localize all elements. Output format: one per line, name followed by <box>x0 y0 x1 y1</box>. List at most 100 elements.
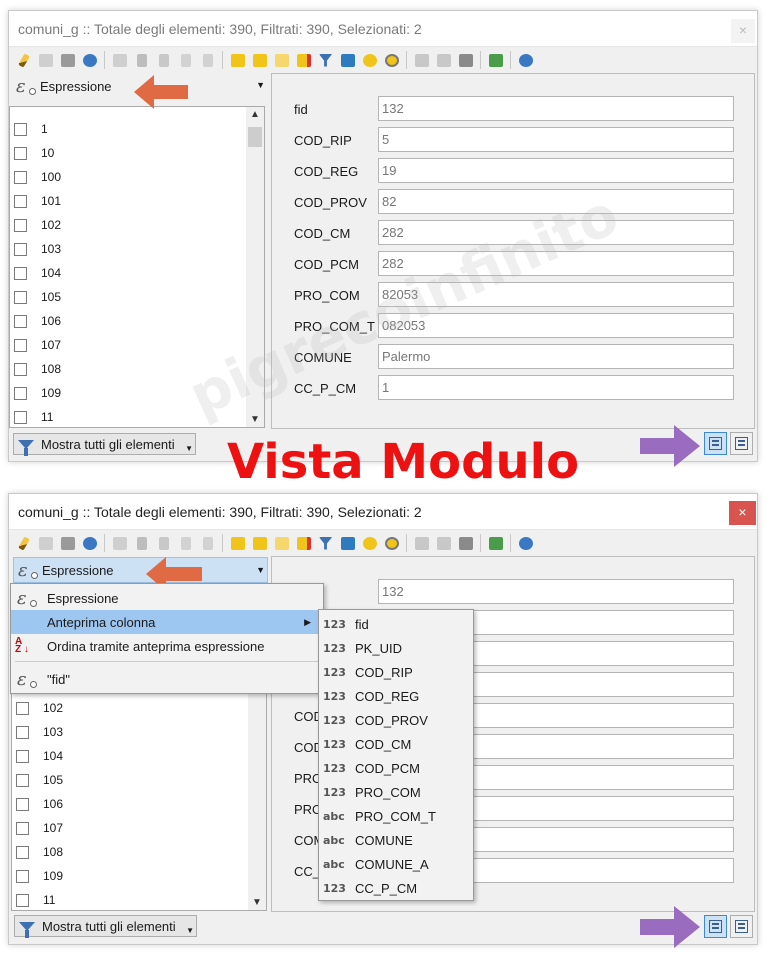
pan-to-selection-icon[interactable] <box>359 533 380 553</box>
row-checkbox[interactable] <box>14 218 27 232</box>
list-item[interactable]: 106 <box>12 792 63 816</box>
field-calculator-icon[interactable] <box>455 533 476 553</box>
list-item[interactable]: 100 <box>10 165 61 189</box>
feature-list[interactable]: ▲ ▼ 110100101102103104105106107108109111… <box>9 106 265 428</box>
table-view-button[interactable] <box>730 915 753 938</box>
scroll-down-icon[interactable]: ▼ <box>252 897 262 908</box>
field-value-input[interactable]: 82 <box>378 189 734 214</box>
row-checkbox[interactable] <box>14 122 27 136</box>
submenu-item-cod-rip[interactable]: 123 COD_RIP <box>319 660 473 684</box>
save-edits-icon[interactable] <box>57 50 78 70</box>
row-checkbox[interactable] <box>14 242 27 256</box>
delete-feature-icon[interactable] <box>131 533 152 553</box>
cut-icon[interactable] <box>153 533 174 553</box>
paste-icon[interactable] <box>197 50 218 70</box>
list-item[interactable]: 107 <box>12 816 63 840</box>
zoom-to-selection-icon[interactable] <box>381 533 402 553</box>
deselect-all-icon[interactable] <box>293 50 314 70</box>
row-checkbox[interactable] <box>14 194 27 208</box>
expression-preview-dropdown[interactable]: ε Espressione ▼ <box>13 557 268 583</box>
copy-icon[interactable] <box>175 533 196 553</box>
select-by-expression-icon[interactable] <box>227 50 248 70</box>
select-by-expression-icon[interactable] <box>227 533 248 553</box>
paste-icon[interactable] <box>197 533 218 553</box>
list-item[interactable]: 108 <box>12 840 63 864</box>
list-item[interactable]: 101 <box>10 189 61 213</box>
list-item[interactable]: 103 <box>12 720 63 744</box>
row-checkbox[interactable] <box>16 821 29 835</box>
new-field-icon[interactable] <box>411 50 432 70</box>
form-view-button[interactable] <box>704 915 727 938</box>
submenu-item-fid[interactable]: 123 fid <box>319 612 473 636</box>
submenu-item-cod-prov[interactable]: 123 COD_PROV <box>319 708 473 732</box>
close-button[interactable]: × <box>729 501 756 525</box>
submenu-item-cod-reg[interactable]: 123 COD_REG <box>319 684 473 708</box>
list-item[interactable]: 1 <box>10 117 48 141</box>
row-checkbox[interactable] <box>14 314 27 328</box>
row-checkbox[interactable] <box>14 266 27 280</box>
multi-edit-icon[interactable] <box>35 533 56 553</box>
table-view-button[interactable] <box>730 432 753 455</box>
row-checkbox[interactable] <box>14 410 27 424</box>
delete-feature-icon[interactable] <box>131 50 152 70</box>
submenu-item-pro-com-t[interactable]: abc PRO_COM_T <box>319 804 473 828</box>
invert-selection-icon[interactable] <box>271 50 292 70</box>
menu-item-sort-by-preview[interactable]: AZ ↓ Ordina tramite anteprima espression… <box>11 634 323 658</box>
row-checkbox[interactable] <box>14 170 27 184</box>
row-checkbox[interactable] <box>14 362 27 376</box>
list-item[interactable]: 109 <box>10 381 61 405</box>
row-checkbox[interactable] <box>16 869 29 883</box>
row-checkbox[interactable] <box>16 725 29 739</box>
menu-item-expression[interactable]: ε Espressione <box>11 586 323 610</box>
scroll-up-icon[interactable]: ▲ <box>250 109 260 120</box>
move-selection-to-top-icon[interactable] <box>337 533 358 553</box>
row-checkbox[interactable] <box>16 797 29 811</box>
close-button[interactable]: × <box>731 19 755 43</box>
save-edits-icon[interactable] <box>57 533 78 553</box>
row-checkbox[interactable] <box>14 146 27 160</box>
field-value-input[interactable]: 282 <box>378 251 734 276</box>
row-checkbox[interactable] <box>16 845 29 859</box>
show-all-features-button[interactable]: Mostra tutti gli elementi ▼ <box>14 915 197 938</box>
form-view-button[interactable] <box>704 432 727 455</box>
field-value-input[interactable]: 1 <box>378 375 734 400</box>
field-value-input[interactable]: 282 <box>378 220 734 245</box>
actions-icon[interactable] <box>515 533 536 553</box>
submenu-item-cod-cm[interactable]: 123 COD_CM <box>319 732 473 756</box>
list-item[interactable]: 102 <box>12 696 63 720</box>
row-checkbox[interactable] <box>14 338 27 352</box>
list-item[interactable]: 105 <box>10 285 61 309</box>
row-checkbox[interactable] <box>14 290 27 304</box>
field-value-input[interactable]: 132 <box>378 579 734 604</box>
submenu-item-pro-com[interactable]: 123 PRO_COM <box>319 780 473 804</box>
field-value-input[interactable]: Palermo <box>378 344 734 369</box>
select-all-icon[interactable] <box>249 50 270 70</box>
toggle-editing-icon[interactable] <box>13 50 34 70</box>
vertical-scrollbar[interactable]: ▲ ▼ <box>246 107 264 427</box>
field-value-input[interactable]: 19 <box>378 158 734 183</box>
filter-icon[interactable] <box>315 533 336 553</box>
add-feature-icon[interactable] <box>109 533 130 553</box>
cut-icon[interactable] <box>153 50 174 70</box>
delete-field-icon[interactable] <box>433 533 454 553</box>
conditional-formatting-icon[interactable] <box>485 50 506 70</box>
field-value-input[interactable]: 5 <box>378 127 734 152</box>
list-item[interactable]: 105 <box>12 768 63 792</box>
field-value-input[interactable]: 132 <box>378 96 734 121</box>
list-item[interactable]: 104 <box>10 261 61 285</box>
multi-edit-icon[interactable] <box>35 50 56 70</box>
pan-to-selection-icon[interactable] <box>359 50 380 70</box>
list-item[interactable]: 11 <box>10 405 53 427</box>
list-item[interactable]: 109 <box>12 864 63 888</box>
list-item[interactable]: 102 <box>10 213 61 237</box>
actions-icon[interactable] <box>515 50 536 70</box>
list-item[interactable]: 107 <box>10 333 61 357</box>
row-checkbox[interactable] <box>14 386 27 400</box>
submenu-item-pk-uid[interactable]: 123 PK_UID <box>319 636 473 660</box>
row-checkbox[interactable] <box>16 701 29 715</box>
menu-item-column-preview[interactable]: Anteprima colonna ▶ <box>11 610 323 634</box>
scroll-down-icon[interactable]: ▼ <box>250 414 260 425</box>
list-item[interactable]: 106 <box>10 309 61 333</box>
copy-icon[interactable] <box>175 50 196 70</box>
submenu-item-cc-p-cm[interactable]: 123 CC_P_CM <box>319 876 473 900</box>
